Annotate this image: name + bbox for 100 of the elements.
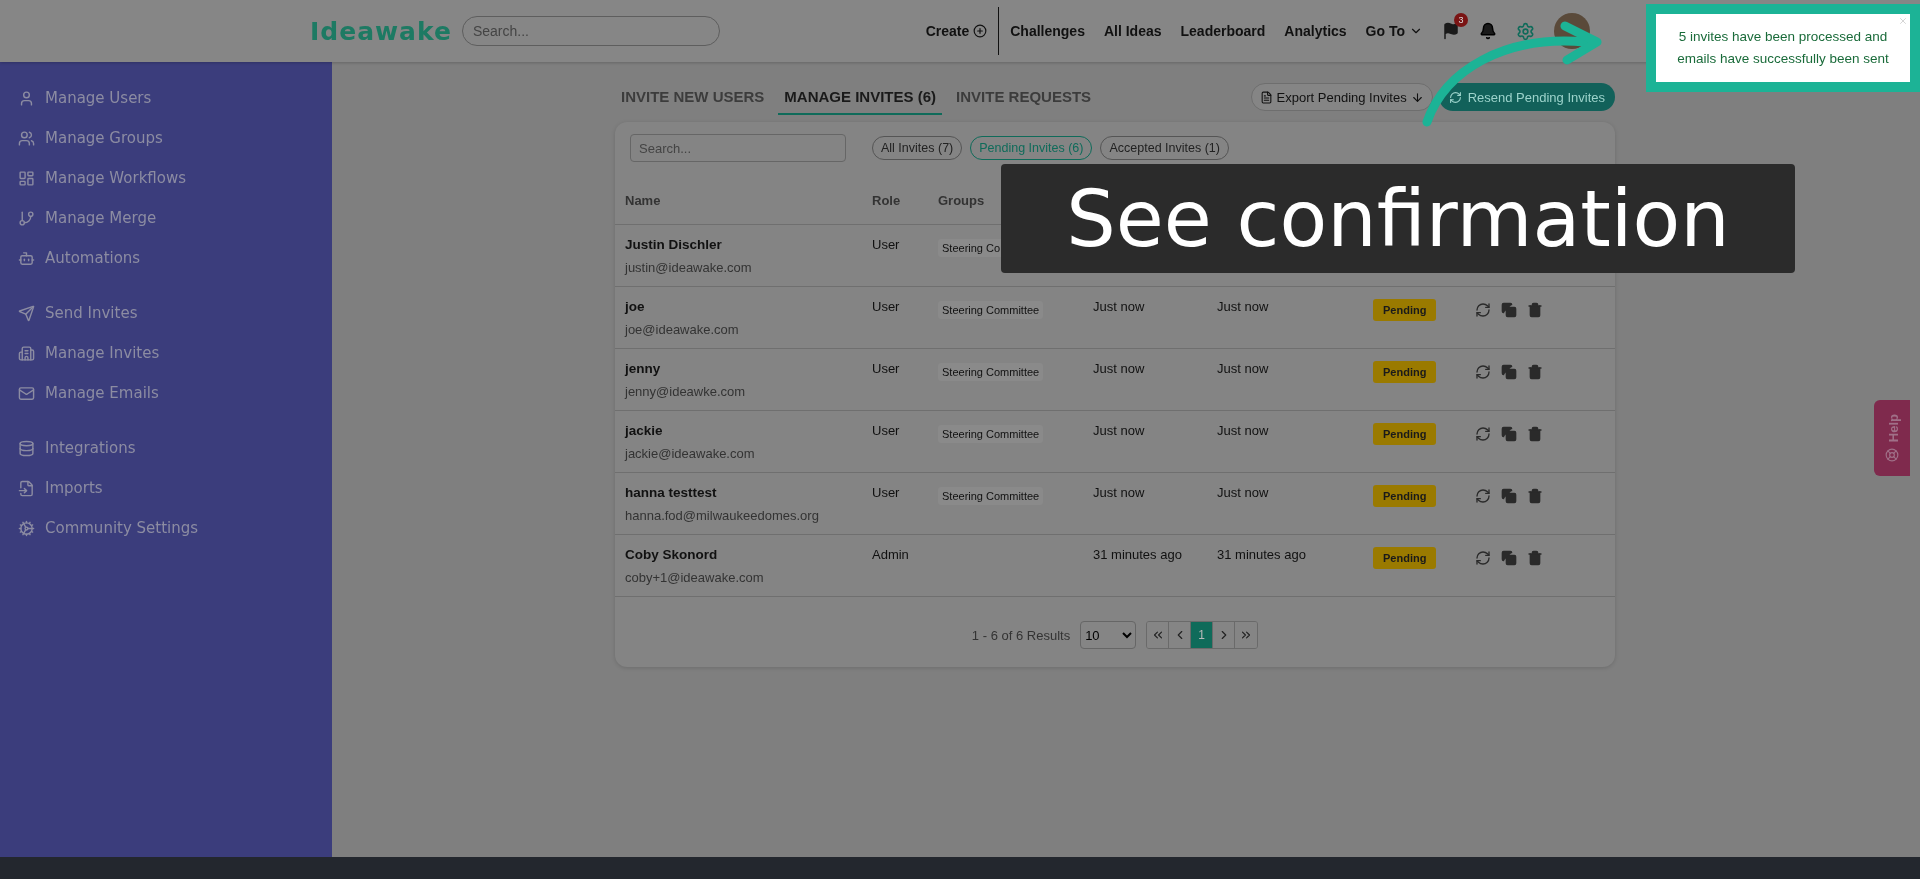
- trash-icon[interactable]: [1527, 550, 1543, 566]
- trash-icon[interactable]: [1527, 364, 1543, 380]
- trash-icon[interactable]: [1527, 488, 1543, 504]
- flag-icon[interactable]: [1442, 22, 1460, 40]
- arrow-down-icon: [1410, 90, 1424, 104]
- nav-link[interactable]: Challenges: [1010, 23, 1085, 39]
- branch-icon: [18, 209, 35, 227]
- file-import-icon: [18, 479, 35, 497]
- trash-icon[interactable]: [1527, 426, 1543, 442]
- date-cell-text: Just now: [1093, 299, 1146, 316]
- user-name: joe: [625, 299, 646, 314]
- nav-link[interactable]: Leaderboard: [1180, 23, 1266, 39]
- settings-icon[interactable]: [1516, 21, 1535, 41]
- status-badge: Pending: [1373, 547, 1437, 569]
- copy-icon[interactable]: [1501, 426, 1517, 442]
- copy-icon[interactable]: [1501, 364, 1517, 380]
- page-size-select[interactable]: 10: [1080, 621, 1137, 649]
- sidebar-item[interactable]: Imports: [18, 468, 332, 508]
- user-email: hanna.fod@milwaukeedomes.org: [625, 508, 820, 523]
- date-cell-text: 31 minutes ago: [1093, 547, 1183, 564]
- sidebar-item[interactable]: Manage Users: [18, 78, 332, 118]
- people-icon: [18, 129, 35, 147]
- status-badge: Pending: [1373, 361, 1437, 383]
- sidebar-item[interactable]: Manage Merge: [18, 198, 332, 238]
- group-tag: Steering Committee: [938, 363, 1044, 381]
- user-email: justin@ideawake.com: [625, 260, 753, 275]
- envelope-icon: [18, 384, 35, 402]
- sidebar-item[interactable]: Send Invites: [18, 293, 332, 333]
- user-name: jenny: [625, 361, 662, 376]
- column-header: Name: [625, 192, 662, 208]
- search-field[interactable]: Search...: [461, 16, 720, 46]
- status-badge: Pending: [1373, 485, 1437, 507]
- nav-link[interactable]: All Ideas: [1103, 23, 1162, 39]
- lifebuoy-icon: [1885, 448, 1899, 463]
- nav-dropdown[interactable]: Go To: [1365, 23, 1423, 39]
- user-email: coby+1@ideawake.com: [625, 570, 765, 585]
- role-cell-text: User: [872, 423, 901, 440]
- date-cell-text: 31 minutes ago: [1217, 547, 1307, 564]
- role-cell-text: User: [872, 299, 901, 316]
- group-tag: Steering Committee: [938, 301, 1044, 319]
- sidebar-item[interactable]: Manage Groups: [18, 118, 332, 158]
- help-tab[interactable]: Help: [1874, 400, 1910, 476]
- resend-icon[interactable]: [1475, 364, 1491, 380]
- results-summary: 1 - 6 of 6 Results: [971, 627, 1071, 643]
- status-badge: Pending: [1373, 423, 1437, 445]
- date-cell-text: Just now: [1217, 485, 1270, 502]
- copy-icon[interactable]: [1501, 550, 1517, 566]
- group-tag: Steering Committee: [938, 487, 1044, 505]
- person-icon: [18, 89, 35, 107]
- resend-icon[interactable]: [1475, 488, 1491, 504]
- document-icon: [1259, 90, 1273, 104]
- user-email: jackie@ideawake.com: [625, 446, 756, 461]
- resend-button[interactable]: Resend Pending Invites: [1438, 83, 1615, 111]
- search-field[interactable]: Search...: [630, 134, 846, 162]
- refresh-icon: [1448, 90, 1462, 104]
- status-badge: Pending: [1373, 299, 1437, 321]
- role-cell-text: Admin: [872, 547, 910, 564]
- logo: Ideawake: [310, 16, 452, 46]
- date-cell-text: Just now: [1093, 423, 1146, 440]
- nav-link[interactable]: Analytics: [1284, 23, 1347, 39]
- toast-notification: 5 invites have been processed and emails have successfully been sent: [1646, 4, 1920, 92]
- copy-icon[interactable]: [1501, 488, 1517, 504]
- caption-banner: See confirmation: [1001, 164, 1795, 273]
- sidebar-item[interactable]: Community Settings: [18, 508, 332, 548]
- tab[interactable]: INVITE NEW USERS: [615, 79, 771, 115]
- date-cell-text: Just now: [1093, 361, 1146, 378]
- first-page-button[interactable]: [1147, 622, 1170, 648]
- column-header: Groups: [938, 192, 986, 208]
- plus-icon: [973, 24, 988, 38]
- user-name: hanna testtest: [625, 485, 718, 500]
- export-button[interactable]: Export Pending Invites: [1250, 83, 1433, 111]
- resend-icon[interactable]: [1475, 550, 1491, 566]
- sidebar-item[interactable]: Integrations: [18, 428, 332, 468]
- page-button[interactable]: 1: [1191, 622, 1214, 648]
- notification-badge: 3: [1454, 13, 1468, 27]
- role-cell-text: User: [872, 361, 901, 378]
- date-cell-text: Just now: [1217, 299, 1270, 316]
- sidebar-item[interactable]: Manage Workflows: [18, 158, 332, 198]
- user-name: Coby Skonord: [625, 547, 719, 562]
- dashboard-icon: [18, 169, 35, 187]
- sidebar-item[interactable]: Manage Invites: [18, 333, 332, 373]
- copy-icon[interactable]: [1501, 302, 1517, 318]
- paper-plane-icon: [18, 304, 35, 322]
- database-icon: [18, 439, 35, 457]
- bell-icon[interactable]: [1479, 22, 1497, 40]
- sidebar-item[interactable]: Automations: [18, 238, 332, 278]
- user-name: jackie: [625, 423, 664, 438]
- date-cell-text: Just now: [1217, 361, 1270, 378]
- date-cell-text: Just now: [1093, 485, 1146, 502]
- gears-icon: [18, 519, 35, 537]
- resend-icon[interactable]: [1475, 426, 1491, 442]
- trash-icon[interactable]: [1527, 302, 1543, 318]
- resend-icon[interactable]: [1475, 302, 1491, 318]
- robot-icon: [18, 249, 35, 267]
- sidebar-item[interactable]: Manage Emails: [18, 373, 332, 413]
- user-name: Justin Dischler: [625, 237, 723, 252]
- tab[interactable]: MANAGE INVITES (6): [778, 79, 943, 115]
- tab[interactable]: INVITE REQUESTS: [950, 79, 1098, 115]
- create-link[interactable]: Create: [925, 23, 988, 39]
- user-email: jenny@ideawke.com: [625, 384, 747, 399]
